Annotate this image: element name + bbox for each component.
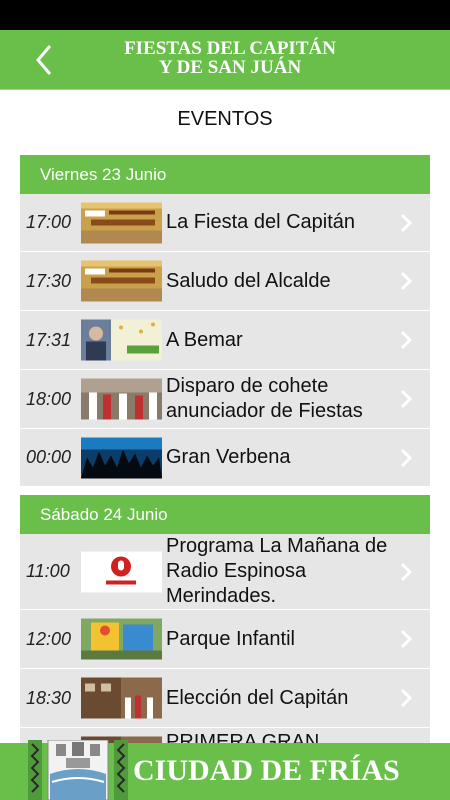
event-time: 17:00 [26, 212, 72, 232]
chevron-right-icon [400, 448, 412, 467]
event-row[interactable]: 17:31 A Bemar [20, 311, 430, 370]
event-time: 11:00 [26, 561, 70, 581]
event-title: A Bemar [166, 328, 243, 351]
event-thumbnail [81, 551, 162, 592]
event-row[interactable]: 17:30 Saludo del Alcalde [20, 252, 430, 311]
chevron-right-icon [400, 330, 412, 350]
header-title: FIESTAS DEL CAPITÁN Y DE SAN JUÁN [80, 39, 380, 77]
event-row[interactable]: 00:00 Gran Verbena [20, 429, 430, 487]
header-divider [0, 89, 450, 90]
chevron-right-icon [400, 562, 412, 581]
event-thumbnail [81, 437, 162, 478]
events-list: Viernes 23 Junio 17:00 La Fiesta del Cap… [20, 155, 430, 787]
chevron-right-icon [400, 271, 412, 291]
app-header: FIESTAS DEL CAPITÁN Y DE SAN JUÁN [0, 30, 450, 89]
event-title: Parque Infantil [166, 627, 295, 650]
event-title: Programa La Mañana de Radio Espinosa Mer… [166, 535, 388, 607]
event-row[interactable]: 18:00 Disparo de cohete anunciador de Fi… [20, 370, 430, 429]
event-time: 12:00 [26, 628, 72, 649]
event-thumbnail [81, 618, 162, 660]
chevron-right-icon [400, 688, 412, 708]
event-thumbnail [81, 260, 162, 302]
event-time: 00:00 [26, 447, 72, 467]
event-thumbnail [81, 202, 162, 243]
event-title: Gran Verbena [166, 446, 291, 468]
footer-title: CIUDAD DE FRÍAS [133, 754, 400, 787]
chevron-right-icon [400, 629, 412, 649]
event-row[interactable]: 12:00 Parque Infantil [20, 610, 430, 669]
footer-banner: CIUDAD DE FRÍAS [0, 740, 450, 800]
event-row[interactable]: 11:00 Programa La Mañana de Radio Espino… [20, 534, 430, 610]
event-title: Saludo del Alcalde [166, 269, 331, 292]
chevron-right-icon [400, 213, 412, 232]
header-title-line1: FIESTAS DEL CAPITÁN [124, 38, 336, 59]
event-row[interactable]: 18:30 Elección del Capitán [20, 669, 430, 728]
chevron-right-icon [400, 389, 412, 409]
event-thumbnail [81, 319, 162, 361]
event-time: 17:30 [26, 270, 72, 291]
event-thumbnail [81, 378, 162, 420]
event-title: Elección del Capitán [166, 686, 349, 709]
back-arrow-icon[interactable] [30, 40, 60, 80]
event-row[interactable]: 17:00 La Fiesta del Capitán [20, 194, 430, 252]
day-header: Sábado 24 Junio [20, 495, 430, 534]
event-time: 18:00 [26, 388, 72, 409]
page-title: EVENTOS [177, 108, 273, 130]
event-time: 17:31 [26, 329, 72, 350]
header-title-line2: Y DE SAN JUÁN [158, 57, 302, 78]
event-title: Disparo de cohete anunciador de Fiestas [166, 375, 363, 422]
event-title: La Fiesta del Capitán [166, 211, 356, 233]
status-bar [0, 0, 450, 30]
day-header: Viernes 23 Junio [20, 155, 430, 194]
event-thumbnail [81, 677, 162, 719]
event-time: 18:30 [26, 687, 72, 708]
town-crest-icon [28, 740, 128, 800]
section-gap [20, 487, 430, 495]
